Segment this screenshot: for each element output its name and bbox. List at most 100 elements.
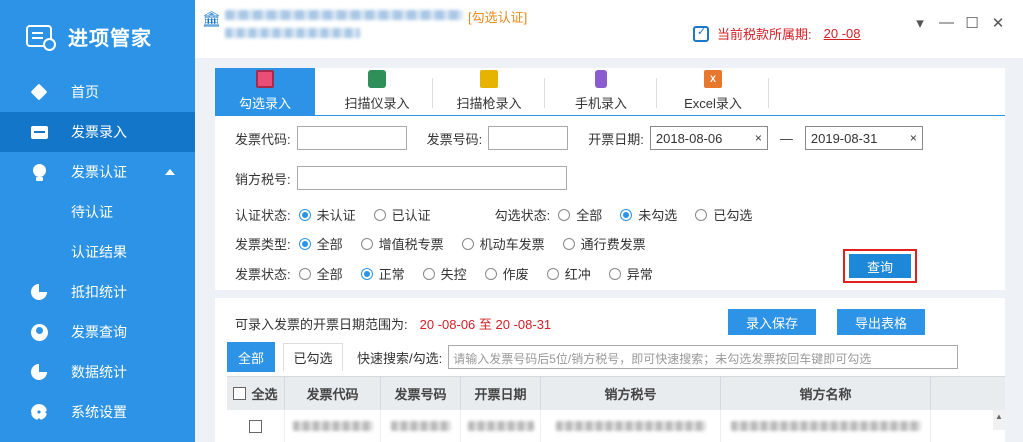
sidebar-item-settings[interactable]: 系统设置 [0, 392, 195, 432]
column-filler [931, 377, 993, 410]
tab-check-entry[interactable]: 勾选录入 [215, 68, 315, 116]
tab-mobile-entry[interactable]: 手机录入 [551, 68, 657, 116]
pie-chart-icon [30, 283, 48, 301]
minimize-icon[interactable]: — [939, 14, 954, 32]
tax-period-label: 当前税款所属期: [717, 27, 812, 42]
row-checkbox[interactable] [249, 419, 262, 433]
date-from-input[interactable]: 2018-08-06 × [649, 126, 768, 150]
scanner-icon [368, 70, 386, 88]
clear-icon[interactable]: × [910, 131, 917, 145]
radio-status-all[interactable]: 全部 [298, 264, 343, 283]
date-range-label: 可录入发票的开票日期范围为: [235, 317, 408, 332]
result-tabs: 全部 已勾选 快速搜索/勾选: 请输入发票号码后5位/销方税号，即可快速搜索；未… [227, 342, 959, 372]
sidebar-item-label: 数据统计 [71, 364, 127, 380]
cube-icon [30, 83, 48, 101]
redacted-cell [730, 421, 921, 431]
sidebar-item-certification-result[interactable]: 认证结果 [0, 232, 195, 272]
radio-status-void[interactable]: 作废 [484, 264, 529, 283]
save-entry-button[interactable]: 录入保存 [728, 309, 816, 335]
clear-icon[interactable]: × [755, 131, 762, 145]
tab-scanner-entry[interactable]: 扫描仪录入 [327, 68, 433, 116]
query-button-highlight: 查询 [843, 249, 917, 283]
column-invoice-code[interactable]: 发票代码 [285, 377, 381, 410]
table-row[interactable] [227, 410, 1005, 442]
select-all-checkbox[interactable] [233, 387, 247, 400]
radio-label: 未勾选 [638, 208, 678, 223]
query-button[interactable]: 查询 [849, 254, 911, 278]
sidebar-item-data-stats[interactable]: 数据统计 [0, 352, 195, 392]
mobile-phone-icon [595, 70, 607, 88]
tab-checked[interactable]: 已勾选 [283, 343, 343, 371]
radio-status-normal[interactable]: 正常 [360, 264, 405, 283]
scan-gun-monitor-icon [480, 70, 498, 88]
column-seller-tax[interactable]: 销方税号 [541, 377, 721, 410]
sidebar-item-home[interactable]: 首页 [0, 72, 195, 112]
mode-tag[interactable]: [勾选认证] [468, 7, 527, 26]
radio-uncertified[interactable]: 未认证 [298, 205, 356, 224]
user-icon [30, 323, 48, 341]
sidebar-item-deduction-stats[interactable]: 抵扣统计 [0, 272, 195, 312]
excel-icon: X [704, 70, 722, 88]
sidebar-item-label: 待认证 [71, 204, 113, 220]
tab-excel-entry[interactable]: X Excel录入 [663, 68, 769, 116]
invoice-number-input[interactable] [488, 126, 569, 150]
invoice-type-label: 发票类型: [235, 237, 291, 252]
radio-label: 未认证 [316, 208, 356, 223]
select-all-header[interactable]: 全选 [227, 377, 285, 410]
radio-label: 失控 [440, 267, 467, 282]
company-taxid-redacted [225, 28, 360, 38]
radio-type-all[interactable]: 全部 [298, 234, 343, 253]
column-seller-name[interactable]: 销方名称 [721, 377, 931, 410]
date-to-input[interactable]: 2019-08-31 × [804, 126, 923, 150]
sidebar-item-pending-certification[interactable]: 待认证 [0, 192, 195, 232]
column-invoice-date[interactable]: 开票日期 [461, 377, 541, 410]
results-panel: 可录入发票的开票日期范围为: 20 -08-06 至 20 -08-31 录入保… [215, 298, 1005, 442]
tab-all[interactable]: 全部 [227, 342, 275, 372]
invoice-status-label: 发票状态: [235, 267, 291, 282]
company-name-redacted [225, 10, 463, 20]
tax-period-value[interactable]: 20 -08 [824, 26, 861, 41]
maximize-icon[interactable]: ☐ [965, 14, 979, 32]
radio-checked[interactable]: 已勾选 [695, 205, 752, 224]
radio-label: 红冲 [564, 267, 591, 282]
scroll-up-icon[interactable]: ▲ [993, 410, 1005, 430]
tab-scan-gun-entry[interactable]: 扫描枪录入 [439, 68, 545, 116]
card-icon [30, 123, 48, 141]
radio-check-all[interactable]: 全部 [558, 205, 602, 224]
sidebar-item-invoice-query[interactable]: 发票查询 [0, 312, 195, 352]
sidebar-item-label: 发票查询 [71, 324, 127, 340]
export-table-button[interactable]: 导出表格 [837, 309, 925, 335]
radio-status-red[interactable]: 红冲 [546, 264, 591, 283]
quick-search-input[interactable]: 请输入发票号码后5位/销方税号，即可快速搜索；未勾选发票按回车键即可勾选 [448, 345, 959, 369]
radio-type-vehicle[interactable]: 机动车发票 [461, 234, 545, 253]
invoice-number-label: 发票号码: [426, 131, 483, 147]
dropdown-menu-icon[interactable]: ▾ [913, 14, 927, 32]
radio-certified[interactable]: 已认证 [373, 205, 431, 224]
calendar-check-icon [693, 25, 709, 42]
radio-type-vat[interactable]: 增值税专票 [360, 234, 444, 253]
seller-tax-input[interactable] [296, 166, 567, 190]
radio-unchecked[interactable]: 未勾选 [620, 205, 677, 224]
radio-status-out-of-control[interactable]: 失控 [422, 264, 467, 283]
redacted-cell [292, 421, 373, 431]
date-range-value: 20 -08-06 至 20 -08-31 [419, 317, 552, 332]
sidebar-item-invoice-certification[interactable]: 发票认证 [0, 152, 195, 192]
column-invoice-number[interactable]: 发票号码 [381, 377, 461, 410]
window-controls: ▾ — ☐ ✕ [913, 14, 1005, 32]
date-separator: — [779, 130, 793, 146]
invoice-date-label: 开票日期: [588, 131, 644, 147]
sidebar-item-invoice-entry[interactable]: 发票录入 [0, 112, 195, 152]
bulb-icon [30, 163, 48, 181]
row-invoice-status: 发票状态: 全部 正常 失控 作废 红冲 异常 [235, 264, 671, 283]
close-icon[interactable]: ✕ [991, 14, 1005, 32]
radio-status-abnormal[interactable]: 异常 [608, 264, 653, 283]
invoice-code-input[interactable] [296, 126, 407, 150]
quick-search-label: 快速搜索/勾选: [357, 350, 443, 366]
check-status-label: 勾选状态: [494, 208, 551, 223]
radio-type-toll[interactable]: 通行费发票 [562, 234, 646, 253]
radio-label: 已勾选 [713, 208, 753, 223]
invoice-code-label: 发票代码: [235, 131, 291, 147]
row-cert-status: 认证状态: 未认证 已认证 勾选状态: 全部 未勾选 已勾选 [235, 205, 770, 224]
app-title: 进项管家 [68, 27, 152, 50]
invoice-table: 全选 发票代码 发票号码 开票日期 销方税号 销方名称 ▲ [227, 376, 1005, 442]
